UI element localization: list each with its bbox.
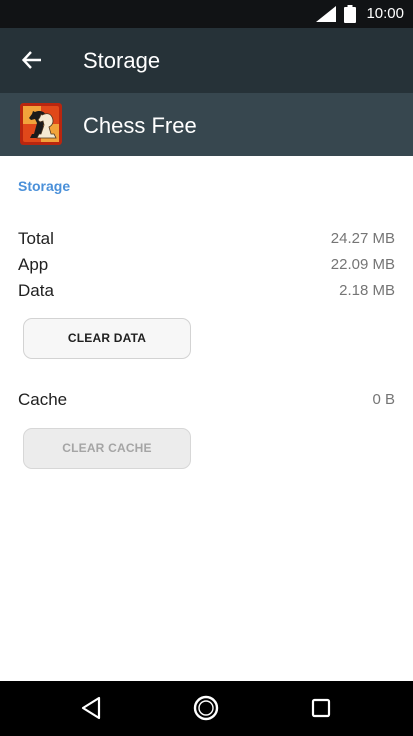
row-value: 22.09 MB bbox=[330, 256, 395, 273]
cache-row: Cache 0 B bbox=[18, 389, 395, 411]
clear-data-button[interactable]: CLEAR DATA bbox=[23, 318, 191, 359]
status-bar: 10:00 bbox=[0, 0, 413, 28]
nav-recents-button[interactable] bbox=[303, 690, 339, 726]
navigation-bar bbox=[0, 681, 413, 736]
row-label: App bbox=[18, 255, 49, 274]
back-button[interactable] bbox=[12, 40, 52, 80]
nav-back-button[interactable] bbox=[74, 690, 110, 726]
status-time: 10:00 bbox=[366, 5, 404, 22]
storage-section-header: Storage bbox=[18, 178, 71, 194]
row-label: Total bbox=[18, 229, 54, 248]
signal-icon bbox=[316, 6, 336, 22]
page-title: Storage bbox=[83, 48, 161, 73]
home-circle-icon bbox=[193, 695, 219, 721]
battery-icon bbox=[344, 5, 356, 23]
recents-square-icon bbox=[311, 698, 331, 718]
storage-row-total: Total 24.27 MB bbox=[18, 228, 395, 250]
clear-cache-button: CLEAR CACHE bbox=[23, 428, 191, 469]
storage-row-app: App 22.09 MB bbox=[18, 254, 395, 276]
toolbar: Storage bbox=[0, 28, 413, 93]
arrow-back-icon bbox=[22, 51, 41, 69]
chess-knight-app-icon bbox=[20, 103, 62, 145]
cache-value: 0 B bbox=[372, 391, 395, 408]
nav-home-button[interactable] bbox=[188, 690, 224, 726]
storage-row-data: Data 2.18 MB bbox=[18, 280, 395, 302]
cache-label: Cache bbox=[18, 390, 68, 409]
row-value: 2.18 MB bbox=[339, 282, 395, 299]
app-header: Chess Free bbox=[0, 93, 413, 156]
app-name: Chess Free bbox=[83, 113, 197, 138]
row-value: 24.27 MB bbox=[330, 230, 395, 247]
back-triangle-icon bbox=[81, 696, 101, 720]
row-label: Data bbox=[18, 281, 54, 300]
